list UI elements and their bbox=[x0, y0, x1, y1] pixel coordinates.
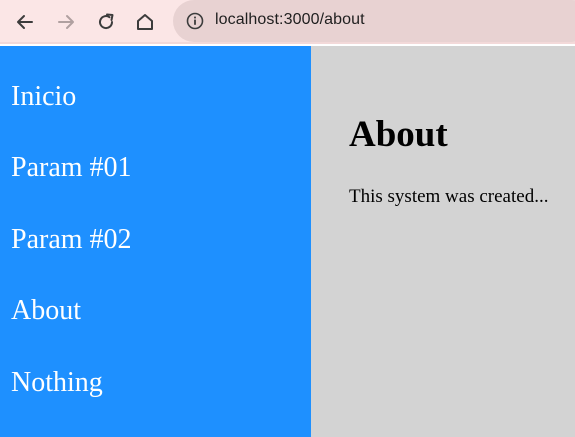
page-description: This system was created... bbox=[349, 186, 549, 207]
sidebar-item-nothing[interactable]: Nothing bbox=[11, 369, 103, 397]
back-button[interactable] bbox=[13, 10, 37, 34]
reload-button[interactable] bbox=[94, 10, 118, 34]
forward-arrow-icon bbox=[58, 15, 74, 29]
home-button[interactable] bbox=[133, 10, 157, 34]
reload-icon bbox=[99, 13, 114, 30]
forward-button[interactable] bbox=[54, 10, 78, 34]
info-icon[interactable] bbox=[186, 12, 204, 30]
browser-toolbar: localhost:3000/about bbox=[0, 0, 575, 44]
back-arrow-icon bbox=[17, 15, 33, 29]
sidebar-item-about[interactable]: About bbox=[11, 297, 81, 325]
sidebar: Inicio Param #01 Param #02 About Nothing bbox=[0, 46, 311, 437]
page-title: About bbox=[349, 114, 448, 155]
home-icon bbox=[137, 14, 153, 30]
address-bar[interactable]: localhost:3000/about bbox=[173, 0, 575, 42]
main-content: About This system was created... bbox=[311, 46, 575, 437]
url-text[interactable]: localhost:3000/about bbox=[215, 11, 365, 29]
sidebar-item-inicio[interactable]: Inicio bbox=[11, 83, 76, 111]
sidebar-item-param-02[interactable]: Param #02 bbox=[11, 226, 132, 254]
page: Inicio Param #01 Param #02 About Nothing… bbox=[0, 46, 575, 437]
sidebar-item-param-01[interactable]: Param #01 bbox=[11, 154, 132, 182]
